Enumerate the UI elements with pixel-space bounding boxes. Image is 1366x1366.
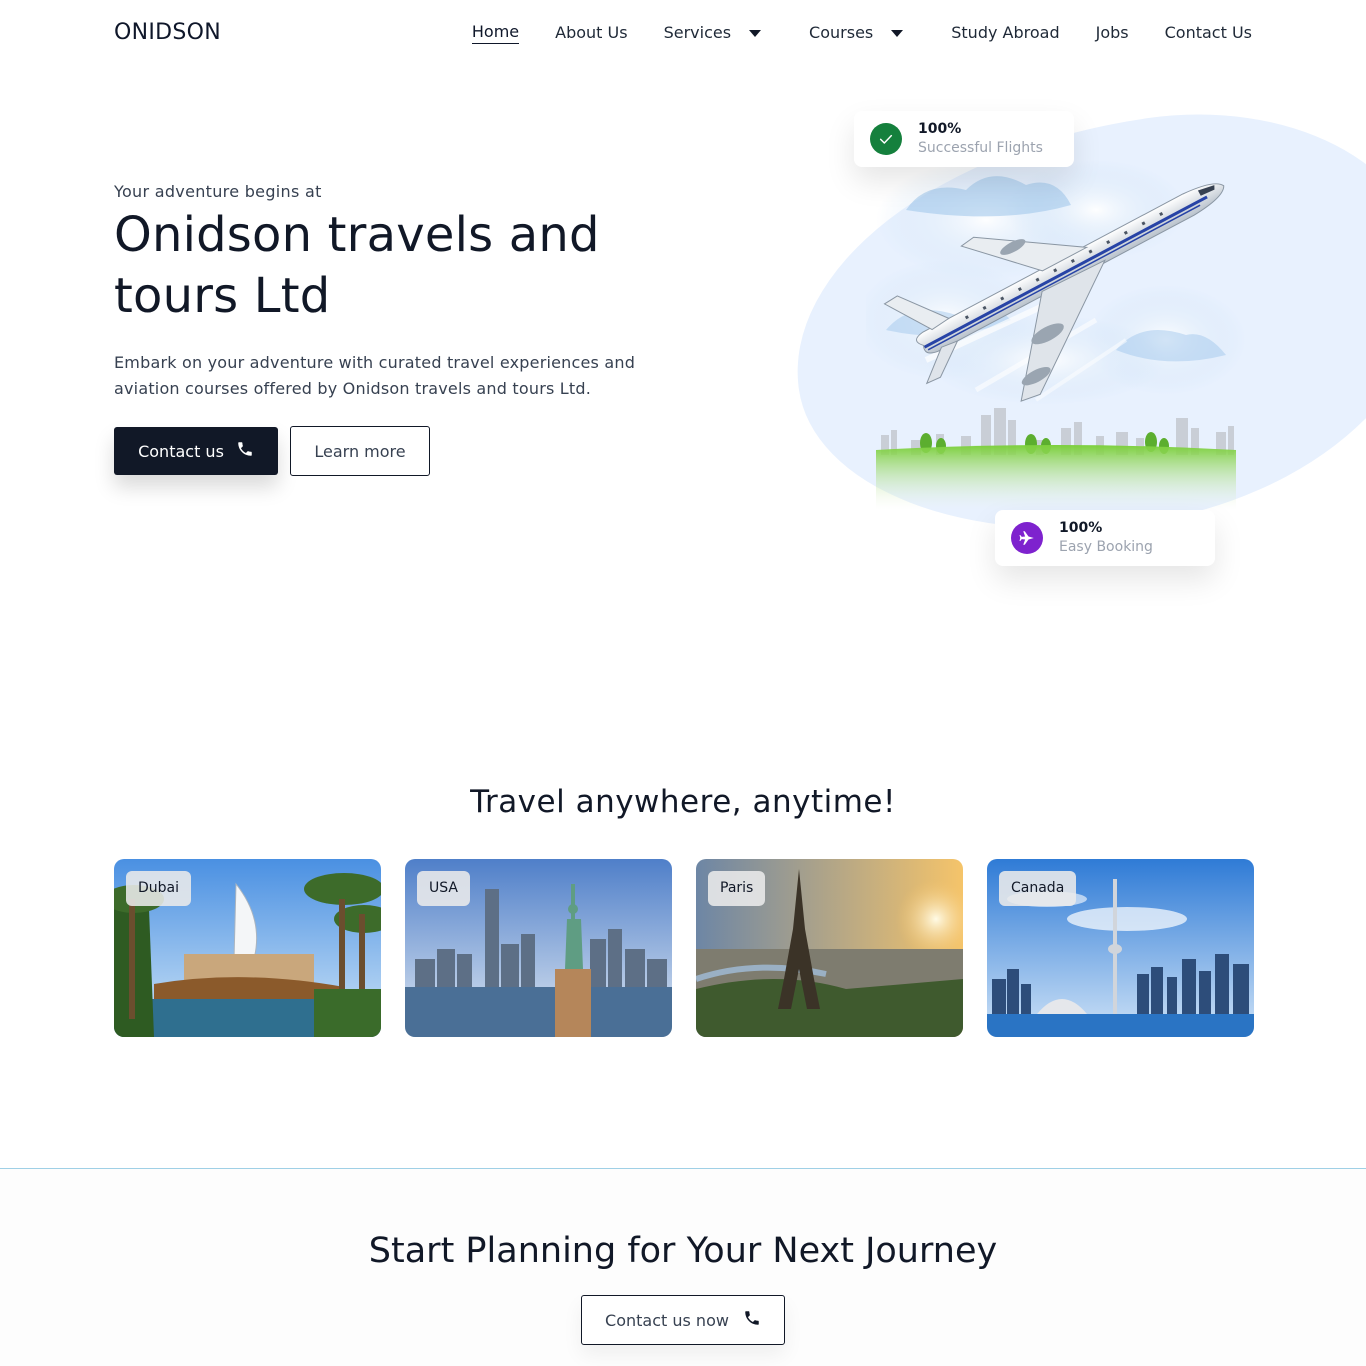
nav-item-home[interactable]: Home (471, 22, 520, 44)
stat-text: 100% Successful Flights (918, 120, 1043, 158)
destination-label: Canada (999, 871, 1077, 906)
stat-label: Easy Booking (1059, 539, 1153, 555)
destination-label: Paris (708, 871, 766, 906)
nav-item-study-abroad[interactable]: Study Abroad (951, 23, 1059, 43)
stat-label: Successful Flights (918, 140, 1043, 156)
nav-item-contact[interactable]: Contact Us (1165, 23, 1252, 43)
destination-card-paris[interactable]: Paris (696, 859, 963, 1037)
hero-kicker: Your adventure begins at (114, 182, 322, 201)
contact-us-now-button[interactable]: Contact us now (581, 1295, 785, 1345)
phone-icon (236, 440, 254, 462)
top-nav: ONIDSON Home About Us Services Courses S… (0, 0, 1366, 66)
destination-card-usa[interactable]: USA (405, 859, 672, 1037)
contact-button[interactable]: Contact us (114, 427, 278, 475)
cta-title: Start Planning for Your Next Journey (368, 1231, 998, 1271)
hero-title: Onidson travels and tours Ltd (114, 207, 600, 324)
destination-card-canada[interactable]: Canada (987, 859, 1254, 1037)
logo[interactable]: ONIDSON (114, 20, 221, 45)
chevron-down-icon (749, 29, 762, 37)
destinations-title: Travel anywhere, anytime! (470, 784, 896, 820)
destination-label: Dubai (126, 871, 192, 906)
destination-label: USA (417, 871, 470, 906)
nav-item-courses-label: Courses (809, 23, 874, 42)
airplane-illustration (856, 150, 1246, 510)
nav-item-services[interactable]: Services (663, 23, 762, 43)
stat-text: 100% Easy Booking (1059, 519, 1153, 557)
destination-card-dubai[interactable]: Dubai (114, 859, 381, 1037)
check-icon (870, 123, 902, 155)
stat-value: 100% (918, 121, 962, 137)
nav-menu: Home About Us Services Courses Study Abr… (471, 22, 1252, 44)
hero-description: Embark on your adventure with curated tr… (114, 353, 636, 398)
nav-item-courses[interactable]: Courses (809, 23, 904, 43)
phone-icon (743, 1309, 761, 1331)
destination-cards: Dubai USA Paris Canada (114, 859, 1254, 1037)
contact-button-label: Contact us (138, 441, 224, 461)
stat-card-flights: 100% Successful Flights (854, 111, 1074, 167)
nav-item-jobs[interactable]: Jobs (1096, 23, 1129, 43)
nav-item-about[interactable]: About Us (555, 23, 627, 43)
stat-card-booking: 100% Easy Booking (995, 510, 1215, 566)
nav-item-services-label: Services (663, 23, 732, 42)
chevron-down-icon (891, 29, 904, 37)
learn-more-button[interactable]: Learn more (290, 426, 430, 476)
contact-us-now-label: Contact us now (605, 1310, 729, 1330)
stat-value: 100% (1059, 520, 1103, 536)
plane-icon (1011, 522, 1043, 554)
